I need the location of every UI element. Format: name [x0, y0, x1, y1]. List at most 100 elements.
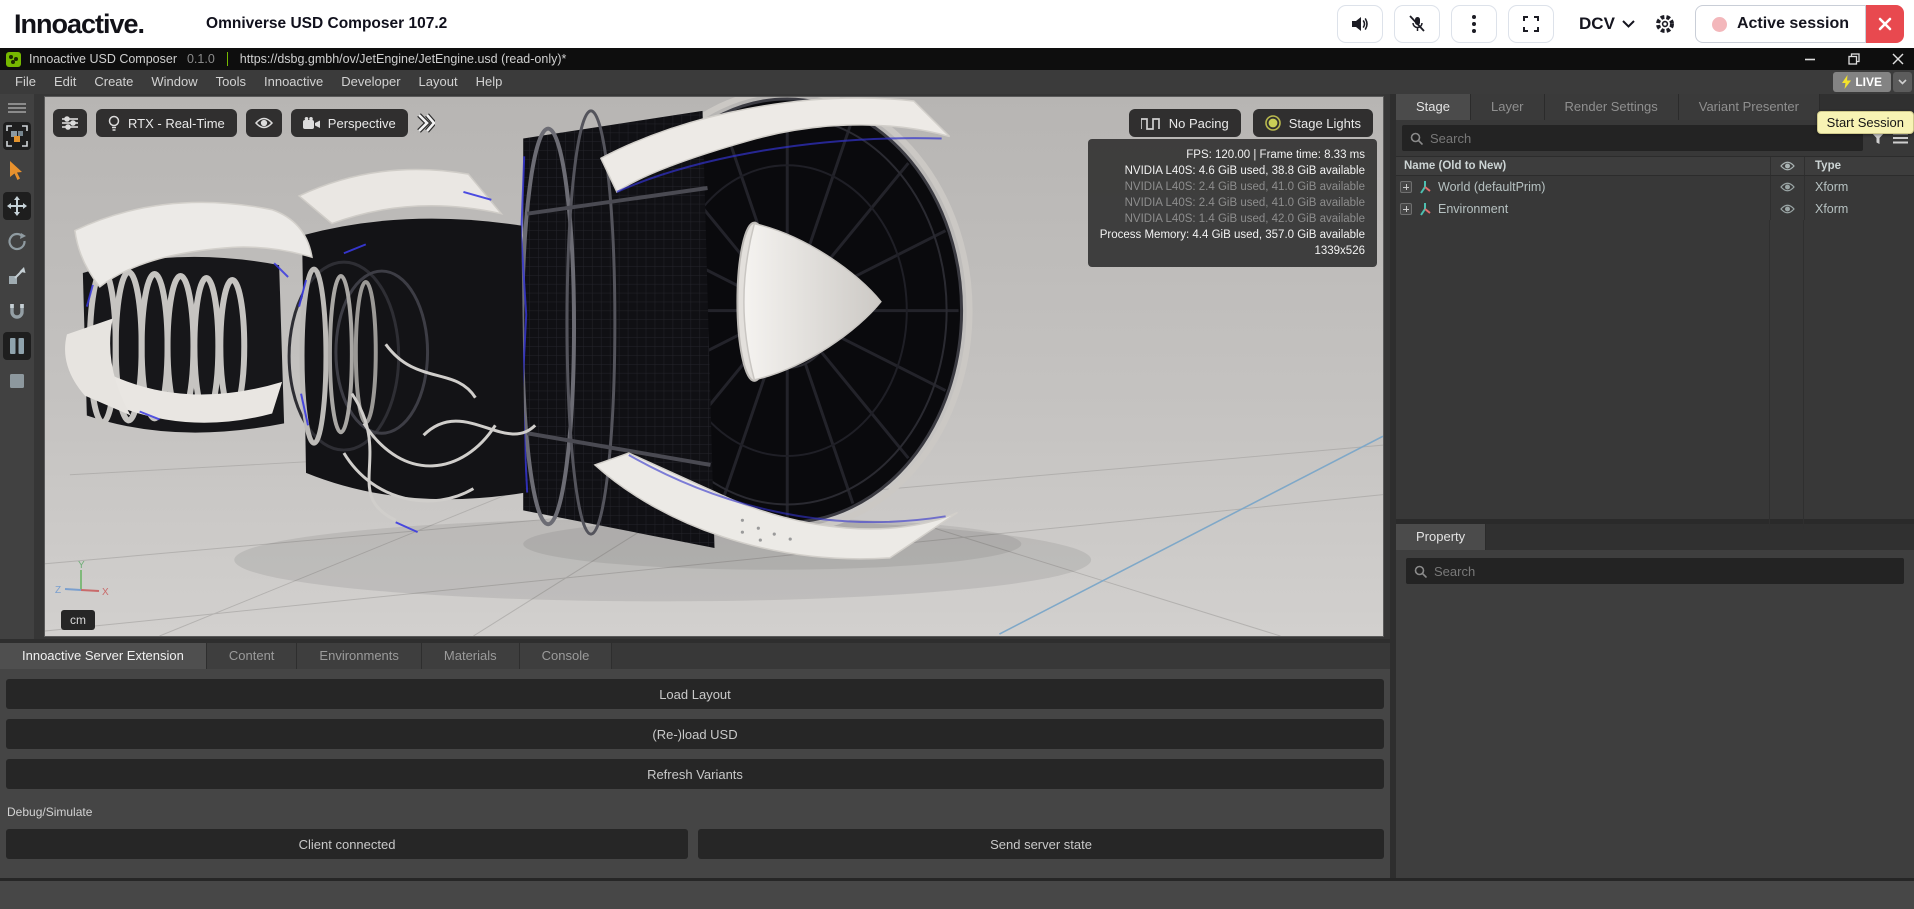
menu-innoactive[interactable]: Innoactive [255, 70, 332, 94]
debug-simulate-label: Debug/Simulate [7, 805, 1390, 819]
live-dropdown-button[interactable] [1893, 72, 1912, 92]
expand-icon[interactable] [1400, 203, 1412, 215]
tab-layer[interactable]: Layer [1471, 94, 1545, 120]
move-tool-button[interactable] [3, 192, 31, 220]
expand-icon[interactable] [1400, 181, 1412, 193]
snap-tool-button[interactable] [3, 297, 31, 325]
menu-file[interactable]: File [6, 70, 45, 94]
active-session-label: Active session [1737, 15, 1849, 33]
stage-tree-header: Name (Old to New) Type [1396, 156, 1914, 176]
right-panel: Stage Layer Render Settings Variant Pres… [1390, 94, 1914, 878]
settings-gear-button[interactable] [1654, 13, 1676, 35]
pacing-label: No Pacing [1169, 116, 1229, 131]
pacing-button[interactable]: No Pacing [1129, 109, 1241, 137]
active-session-button[interactable]: Active session [1695, 5, 1866, 43]
microphone-off-icon [1407, 15, 1427, 33]
selection-mode-button[interactable] [3, 122, 31, 150]
viewport-3d[interactable]: RTX - Real-Time Perspective [44, 96, 1384, 637]
tab-variant-presenter[interactable]: Variant Presenter [1679, 94, 1820, 120]
visibility-column-header[interactable] [1770, 157, 1804, 175]
send-server-state-button[interactable]: Send server state [698, 829, 1384, 859]
prim-type: Xform [1804, 176, 1914, 198]
double-chevron-right-icon [417, 112, 435, 134]
client-connected-button[interactable]: Client connected [6, 829, 688, 859]
more-options-button[interactable] [1451, 5, 1497, 43]
menu-developer[interactable]: Developer [332, 70, 409, 94]
camera-button[interactable]: Perspective [291, 109, 408, 137]
camera-icon [303, 117, 320, 130]
viewport-options-button[interactable] [53, 109, 87, 137]
rotate-tool-button[interactable] [3, 227, 31, 255]
lightning-bolt-icon [1842, 75, 1851, 89]
tab-environments[interactable]: Environments [297, 643, 421, 669]
menu-help[interactable]: Help [467, 70, 512, 94]
dcv-label: DCV [1579, 14, 1615, 34]
titlebar-divider [227, 52, 228, 66]
menu-edit[interactable]: Edit [45, 70, 85, 94]
stage-lights-button[interactable]: Stage Lights [1253, 109, 1373, 137]
name-column-header[interactable]: Name (Old to New) [1396, 160, 1770, 172]
chevron-down-icon [1622, 20, 1635, 28]
tab-innoactive-server-extension[interactable]: Innoactive Server Extension [0, 643, 207, 669]
stats-fps: FPS: 120.00 | Frame time: 8.33 ms [1100, 147, 1365, 163]
minimize-button[interactable] [1804, 53, 1816, 65]
left-toolbar [0, 94, 34, 639]
stats-resolution: 1339x526 [1100, 243, 1365, 259]
stage-tree-empty-area [1396, 220, 1914, 529]
tab-console[interactable]: Console [520, 643, 613, 669]
menu-window[interactable]: Window [142, 70, 206, 94]
eye-icon [255, 117, 273, 129]
stats-gpu-0: NVIDIA L40S: 4.6 GiB used, 38.8 GiB avai… [1100, 163, 1365, 179]
gear-icon [1654, 13, 1676, 35]
type-column-header[interactable]: Type [1804, 157, 1914, 175]
tab-stage[interactable]: Stage [1396, 94, 1471, 120]
stop-button[interactable] [3, 367, 31, 395]
prim-name: Environment [1438, 202, 1508, 216]
renderer-button[interactable]: RTX - Real-Time [96, 109, 237, 137]
stats-gpu-3: NVIDIA L40S: 1.4 GiB used, 42.0 GiB avai… [1100, 211, 1365, 227]
select-tool-button[interactable] [3, 157, 31, 185]
scale-tool-button[interactable] [3, 262, 31, 290]
live-button[interactable]: LIVE [1833, 72, 1891, 92]
menu-tools[interactable]: Tools [207, 70, 255, 94]
axis-x-label: X [102, 587, 109, 598]
fullscreen-button[interactable] [1508, 5, 1554, 43]
bottom-strip [0, 878, 1914, 909]
window-app-version: 0.1.0 [187, 52, 215, 66]
speaker-button[interactable] [1337, 5, 1383, 43]
window-controls [1804, 48, 1904, 70]
tab-render-settings[interactable]: Render Settings [1545, 94, 1679, 120]
dcv-dropdown[interactable]: DCV [1579, 14, 1635, 34]
stage-search-input[interactable] [1430, 131, 1855, 146]
refresh-variants-button[interactable]: Refresh Variants [6, 759, 1384, 789]
end-session-button[interactable] [1866, 5, 1904, 43]
menu-create[interactable]: Create [85, 70, 142, 94]
window-document-url: https://dsbg.gmbh/ov/JetEngine/JetEngine… [240, 52, 567, 66]
menu-layout[interactable]: Layout [410, 70, 467, 94]
performance-stats-overlay: FPS: 120.00 | Frame time: 8.33 ms NVIDIA… [1088, 139, 1377, 267]
maximize-button[interactable] [1848, 53, 1860, 65]
toolbar-expand-button[interactable] [417, 112, 435, 134]
tree-row-world[interactable]: World (defaultPrim) Xform [1396, 176, 1914, 198]
visibility-toggle[interactable] [1770, 198, 1804, 220]
close-window-button[interactable] [1892, 53, 1904, 65]
fullscreen-icon [1522, 15, 1540, 33]
prim-type: Xform [1804, 198, 1914, 220]
axis-gizmo[interactable]: Y X Z [53, 560, 109, 606]
load-layout-button[interactable]: Load Layout [6, 679, 1384, 709]
property-search-input[interactable] [1434, 564, 1896, 579]
tree-row-environment[interactable]: Environment Xform [1396, 198, 1914, 220]
search-icon [1414, 565, 1427, 578]
tab-content[interactable]: Content [207, 643, 298, 669]
tab-materials[interactable]: Materials [422, 643, 520, 669]
visibility-button[interactable] [246, 109, 282, 137]
app-icon [6, 52, 21, 67]
renderer-label: RTX - Real-Time [128, 116, 225, 131]
visibility-toggle[interactable] [1770, 176, 1804, 198]
toolbar-grip-icon[interactable] [8, 101, 26, 115]
pause-button[interactable] [3, 332, 31, 360]
microphone-muted-button[interactable] [1394, 5, 1440, 43]
reload-usd-button[interactable]: (Re-)load USD [6, 719, 1384, 749]
bottom-panel-tabs: Innoactive Server Extension Content Envi… [0, 643, 1390, 669]
header-controls: DCV Active session [1337, 0, 1904, 48]
